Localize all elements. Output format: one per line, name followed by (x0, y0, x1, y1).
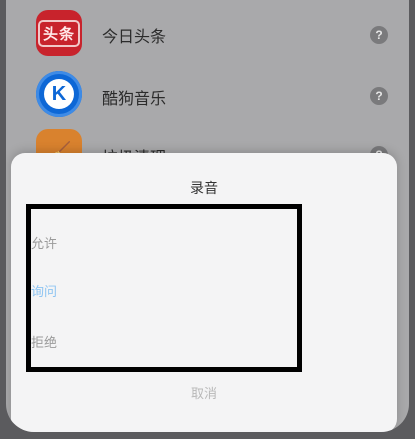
highlight-box (26, 204, 302, 372)
sheet-title: 录音 (190, 181, 218, 197)
help-icon[interactable]: ? (370, 26, 388, 44)
kugou-k-glyph: K (44, 79, 74, 109)
toutiao-icon: 头条 (36, 10, 82, 56)
phone-frame: 头条 今日头条 ? K 酷狗音乐 ? 🧹 垃圾清理 ? 录音 允许 询问 拒绝 … (0, 0, 415, 439)
app-row-toutiao[interactable]: 头条 今日头条 ? (6, 4, 409, 64)
kugou-icon: K (36, 71, 82, 117)
app-row-kugou[interactable]: K 酷狗音乐 ? (6, 64, 409, 124)
help-icon[interactable]: ? (370, 87, 388, 105)
cancel-button[interactable]: 取消 (11, 383, 397, 402)
app-label-toutiao: 今日头条 (102, 27, 167, 46)
app-label-kugou: 酷狗音乐 (102, 89, 167, 108)
